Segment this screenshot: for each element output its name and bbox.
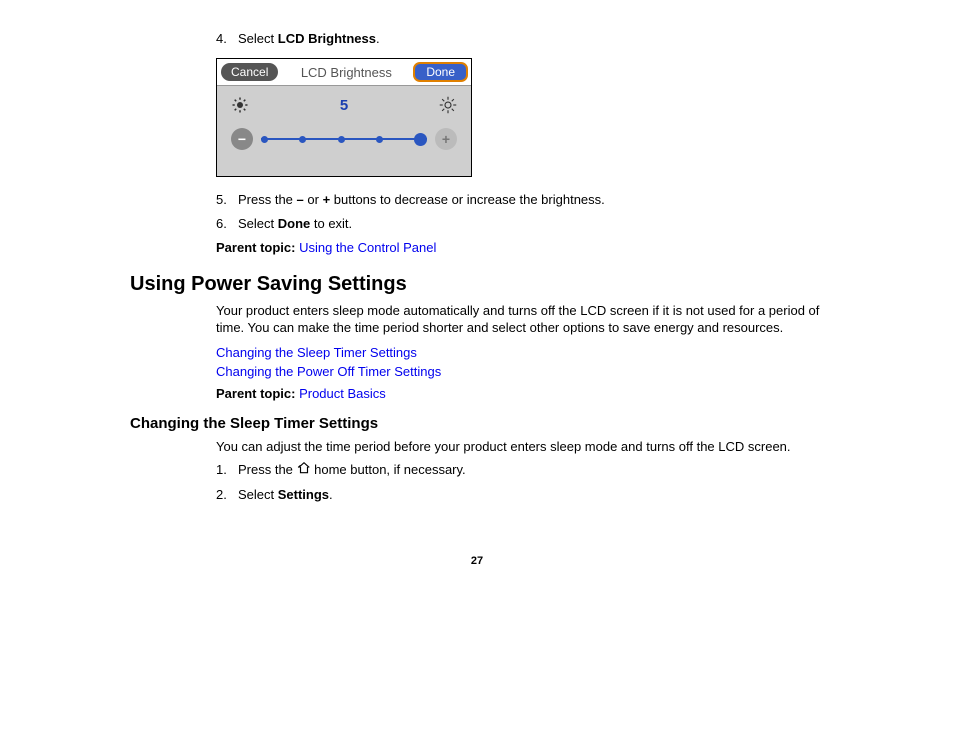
step-number: 5. <box>216 191 238 209</box>
power-saving-paragraph: Your product enters sleep mode automatic… <box>216 302 824 337</box>
page-number: 27 <box>130 555 824 567</box>
step-6: 6. Select Done to exit. <box>216 215 824 233</box>
substep-2: 2. Select Settings. <box>216 486 824 504</box>
step-text: Select LCD Brightness. <box>238 30 380 48</box>
lcd-header: Cancel LCD Brightness Done <box>217 59 471 86</box>
done-button: Done <box>414 63 467 81</box>
lcd-body: 5 − + <box>217 86 471 176</box>
link-sleep-timer[interactable]: Changing the Sleep Timer Settings <box>216 345 417 360</box>
lcd-title: LCD Brightness <box>282 65 410 80</box>
substep-1: 1. Press the home button, if necessary. <box>216 461 824 480</box>
brightness-value: 5 <box>249 97 439 114</box>
step-4: 4. Select LCD Brightness. <box>216 30 824 48</box>
brightness-high-icon <box>439 96 457 114</box>
step-number: 1. <box>216 461 238 480</box>
lcd-brightness-screenshot: Cancel LCD Brightness Done 5 − + <box>216 58 472 177</box>
sleep-timer-paragraph: You can adjust the time period before yo… <box>216 438 824 456</box>
step-text: Press the – or + buttons to decrease or … <box>238 191 605 209</box>
brightness-low-icon <box>231 96 249 114</box>
step-number: 6. <box>216 215 238 233</box>
parent-topic-2: Parent topic: Product Basics <box>216 386 824 401</box>
cancel-button: Cancel <box>221 63 278 81</box>
parent-topic-link[interactable]: Product Basics <box>299 386 386 401</box>
slider-track <box>261 138 427 140</box>
step-number: 2. <box>216 486 238 504</box>
plus-button: + <box>435 128 457 150</box>
step-number: 4. <box>216 30 238 48</box>
minus-button: − <box>231 128 253 150</box>
slider-knob <box>414 133 427 146</box>
step-text: Select Done to exit. <box>238 215 352 233</box>
home-icon <box>297 461 311 480</box>
parent-topic-1: Parent topic: Using the Control Panel <box>216 240 824 255</box>
step-5: 5. Press the – or + buttons to decrease … <box>216 191 824 209</box>
heading-power-saving: Using Power Saving Settings <box>130 273 824 296</box>
brightness-slider: − + <box>231 128 457 150</box>
heading-sleep-timer: Changing the Sleep Timer Settings <box>130 415 824 432</box>
parent-topic-link[interactable]: Using the Control Panel <box>299 240 436 255</box>
link-power-off-timer[interactable]: Changing the Power Off Timer Settings <box>216 364 441 379</box>
step-text: Press the home button, if necessary. <box>238 461 466 480</box>
step-text: Select Settings. <box>238 486 333 504</box>
